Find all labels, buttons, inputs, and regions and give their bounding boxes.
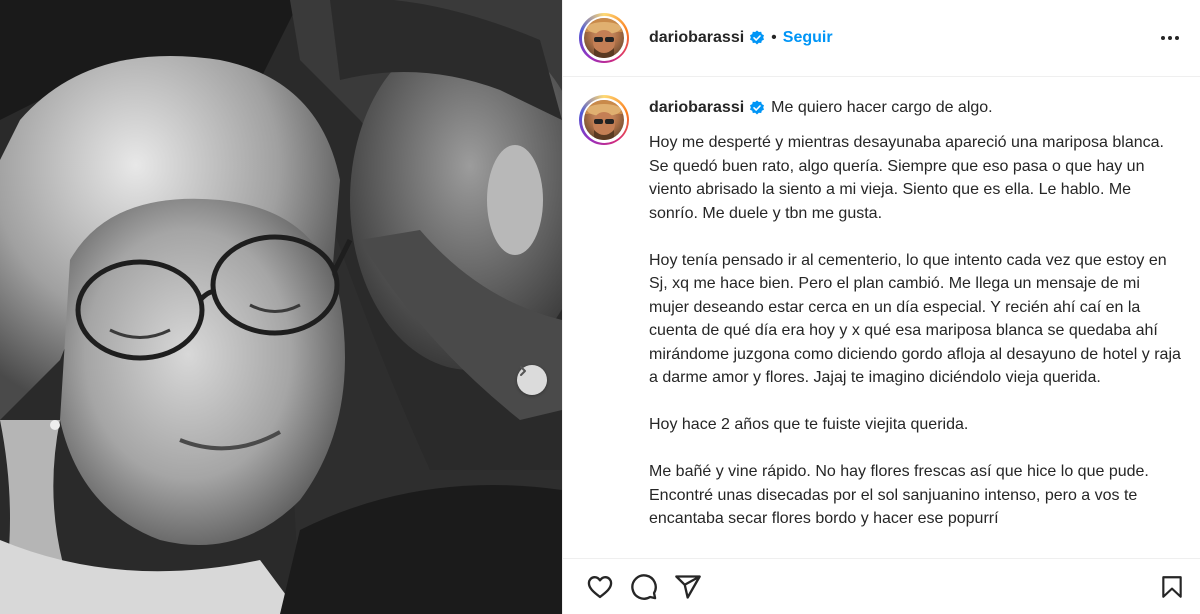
avatar[interactable] (579, 13, 629, 63)
caption-username[interactable]: dariobarassi (649, 96, 744, 120)
post-photo[interactable] (0, 0, 562, 614)
post-sidebar: dariobarassi • Seguir dariobarassi Me qu… (562, 0, 1200, 614)
caption-area[interactable]: dariobarassi Me quiero hacer cargo de al… (563, 77, 1200, 559)
avatar-image (584, 18, 624, 58)
share-icon[interactable] (671, 570, 705, 604)
username[interactable]: dariobarassi (649, 29, 744, 47)
bookmark-icon[interactable] (1155, 570, 1189, 604)
separator-dot: • (771, 29, 777, 46)
comment-icon[interactable] (627, 570, 661, 604)
photo-illustration (0, 0, 562, 614)
caption-text: dariobarassi Me quiero hacer cargo de al… (649, 95, 1184, 554)
carousel-next-button[interactable] (517, 365, 547, 395)
caption-paragraph: Hoy me desperté y mientras desayunaba ap… (649, 134, 1164, 222)
caption-title: Me quiero hacer cargo de algo. (771, 99, 993, 117)
caption-paragraph: Hoy hace 2 años que te fuiste viejita qu… (649, 416, 969, 433)
action-bar (563, 558, 1200, 614)
post-header: dariobarassi • Seguir (563, 0, 1200, 77)
verified-badge-icon (749, 30, 765, 46)
chevron-right-icon (520, 366, 526, 376)
heart-icon[interactable] (583, 570, 617, 604)
more-options-icon[interactable] (1161, 36, 1179, 40)
avatar-image (584, 100, 624, 140)
verified-badge-icon (749, 100, 765, 116)
caption-paragraph: Me bañé y vine rápido. No hay flores fre… (649, 463, 1149, 527)
caption-paragraph: Hoy tenía pensado ir al cementerio, lo q… (649, 251, 1181, 387)
caption-avatar[interactable] (579, 95, 629, 145)
follow-button[interactable]: Seguir (783, 29, 833, 47)
